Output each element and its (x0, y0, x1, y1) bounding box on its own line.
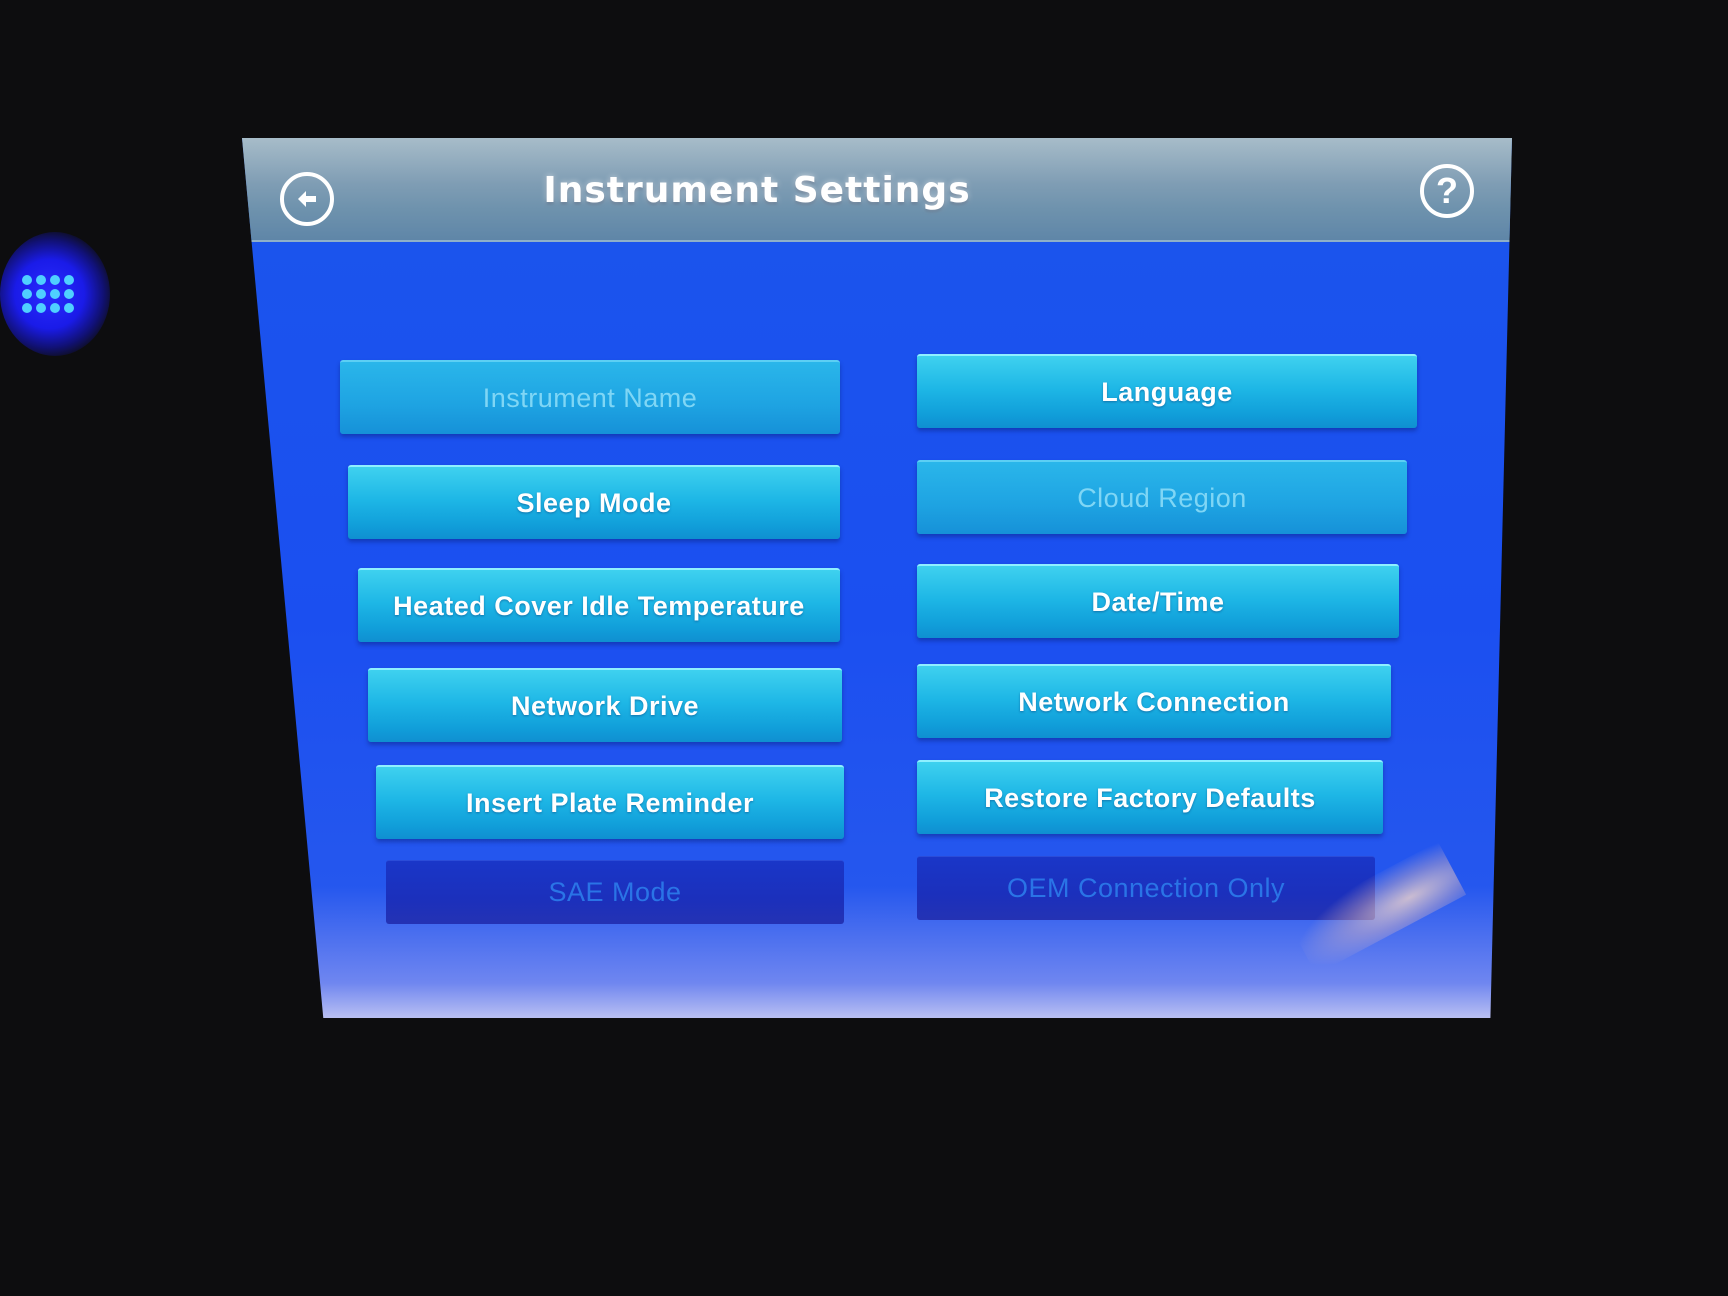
page-title: Instrument Settings (543, 170, 971, 211)
help-button[interactable]: ? (1420, 164, 1474, 218)
network-drive-button[interactable]: Network Drive (368, 668, 842, 742)
sae-mode-button[interactable]: SAE Mode (386, 860, 844, 924)
heated-cover-idle-temperature-button[interactable]: Heated Cover Idle Temperature (358, 568, 840, 642)
instrument-name-button[interactable]: Instrument Name (340, 360, 840, 434)
restore-factory-defaults-button[interactable]: Restore Factory Defaults (917, 760, 1383, 834)
title-bar: Instrument Settings ? (242, 138, 1512, 242)
touch-screen: Instrument Settings ? Instrument Name Sl… (242, 138, 1512, 1018)
help-icon: ? (1436, 170, 1458, 211)
keypad-button[interactable] (0, 232, 110, 356)
network-connection-button[interactable]: Network Connection (917, 664, 1391, 738)
insert-plate-reminder-button[interactable]: Insert Plate Reminder (376, 765, 844, 839)
language-button[interactable]: Language (917, 354, 1417, 428)
sleep-mode-button[interactable]: Sleep Mode (348, 465, 840, 539)
keypad-grid-icon (22, 275, 74, 313)
date-time-button[interactable]: Date/Time (917, 564, 1399, 638)
cloud-region-button[interactable]: Cloud Region (917, 460, 1407, 534)
